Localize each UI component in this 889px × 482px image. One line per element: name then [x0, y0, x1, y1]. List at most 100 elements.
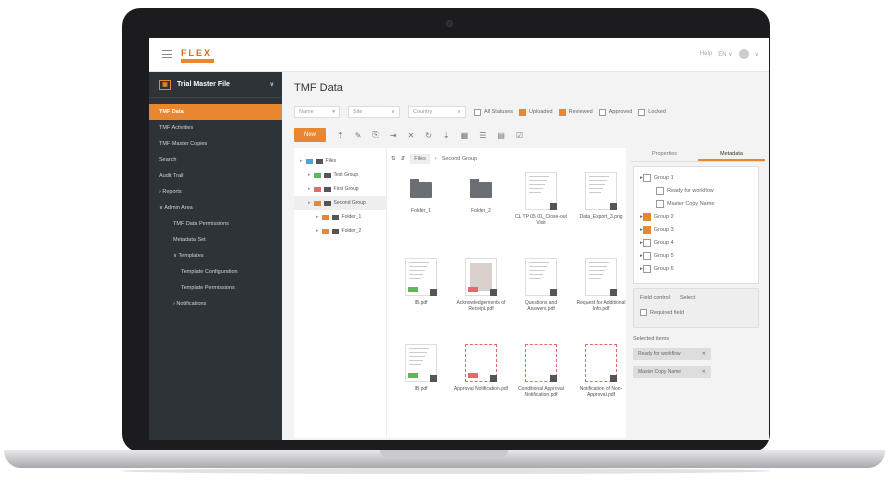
file-tile[interactable]: IB.pdf — [393, 344, 449, 392]
file-tile[interactable]: Questions and Answers.pdf — [513, 258, 569, 312]
status-checkbox[interactable]: Locked — [638, 108, 666, 116]
status-checkbox[interactable]: Reviewed — [558, 108, 593, 116]
close-icon[interactable]: ✕ — [702, 351, 706, 357]
sidebar-item[interactable]: TMF Data — [149, 104, 282, 120]
upload-icon[interactable]: ⇡ — [337, 131, 344, 140]
site-filter[interactable]: Site ∨ — [348, 106, 400, 118]
breadcrumb-root[interactable]: Files — [410, 154, 430, 164]
required-checkbox[interactable] — [640, 309, 647, 316]
module-selector[interactable]: ▣ Trial Master File ∨ — [149, 72, 282, 98]
selected-item-pill[interactable]: Ready for workflow ✕ — [633, 348, 711, 360]
sidebar-item[interactable]: TMF Master Copies — [149, 136, 282, 152]
file-tile[interactable]: CL TP 05 01_Close-out Visit — [513, 172, 569, 226]
caret-icon[interactable]: ▸ — [308, 172, 311, 178]
tree-item[interactable]: ▸ Folder_2 — [294, 224, 390, 238]
metadata-group[interactable]: ▸ Group 6 — [638, 262, 754, 275]
sidebar-item[interactable]: Template Configuration — [149, 264, 282, 280]
file-thumbnail — [405, 258, 437, 296]
sidebar-item[interactable]: Metadata Set — [149, 232, 282, 248]
checkbox[interactable] — [656, 199, 664, 208]
metadata-group[interactable]: ▸ Group 4 — [638, 236, 754, 249]
select-link[interactable]: Select — [680, 295, 695, 301]
tree-item[interactable]: ▸ Files — [294, 154, 390, 168]
sidebar-item[interactable]: ∨ Templates — [149, 248, 282, 264]
delete-icon[interactable]: ✕ — [408, 131, 415, 140]
sidebar-item[interactable]: Audit Trail — [149, 168, 282, 184]
tab-metadata[interactable]: Metadata — [698, 148, 765, 161]
sidebar-item[interactable]: › Notifications — [149, 296, 282, 312]
selected-item-pill[interactable]: Master Copy Name ✕ — [633, 366, 711, 378]
checkbox[interactable] — [642, 251, 651, 260]
caret-icon[interactable]: ▸ — [316, 228, 319, 234]
edit-icon[interactable]: ✎ — [355, 131, 362, 140]
caret-icon[interactable]: ▸ — [308, 186, 311, 192]
status-checkboxes: All Statuses Uploaded Reviewed Approved Lock… — [474, 108, 666, 116]
status-checkbox[interactable]: Uploaded — [519, 108, 553, 116]
checklist-icon[interactable]: ☑ — [516, 131, 523, 140]
text-line — [589, 274, 603, 275]
status-checkbox[interactable]: Approved — [598, 108, 632, 116]
sidebar-item[interactable]: TMF Data Permissions — [149, 216, 282, 232]
metadata-group[interactable]: Ready for workflow — [638, 184, 754, 197]
status-checkbox[interactable]: All Statuses — [474, 108, 513, 116]
sort-desc-icon[interactable]: ⇵ — [401, 156, 406, 162]
metadata-group[interactable]: ▸ Group 1 — [638, 171, 754, 184]
checkbox[interactable] — [642, 212, 651, 221]
file-tile[interactable]: Data_Export_3.png — [573, 172, 629, 220]
move-icon[interactable]: ⇥ — [390, 131, 397, 140]
file-tile[interactable]: IB.pdf — [393, 258, 449, 306]
sidebar-item[interactable]: › Reports — [149, 184, 282, 200]
tree-item[interactable]: ▸ First Group — [294, 182, 390, 196]
tree-item-label: Second Group — [333, 200, 366, 206]
sort-icon[interactable]: ⇅ — [391, 156, 396, 162]
tree-item[interactable]: ▸ Folder_1 — [294, 210, 390, 224]
metadata-group[interactable]: Master Copy Name — [638, 197, 754, 210]
sidebar-item[interactable]: Template Permissions — [149, 280, 282, 296]
checkbox[interactable] — [642, 238, 651, 247]
caret-icon[interactable]: ▸ — [300, 158, 303, 164]
file-tile[interactable]: Folder_1 — [393, 172, 449, 214]
name-filter[interactable]: Name ▾ — [294, 106, 340, 118]
tab-properties[interactable]: Properties — [631, 148, 698, 161]
menu-icon[interactable] — [162, 50, 172, 58]
sidebar-item[interactable]: TMF Activities — [149, 120, 282, 136]
copy-icon[interactable]: ⎘ — [372, 130, 378, 140]
sidebar-item[interactable]: Search — [149, 152, 282, 168]
checkbox[interactable] — [474, 108, 481, 116]
file-tile[interactable]: Approval Notification.pdf — [453, 344, 509, 392]
caret-icon[interactable]: ▸ — [316, 214, 319, 220]
checkbox[interactable] — [642, 225, 651, 234]
new-button[interactable]: New — [294, 128, 326, 142]
refresh-icon[interactable]: ↻ — [425, 131, 432, 140]
help-link[interactable]: Help — [700, 51, 712, 57]
close-icon[interactable]: ✕ — [702, 369, 706, 375]
checkbox[interactable] — [558, 108, 566, 116]
list-view-icon[interactable]: ☰ — [479, 131, 486, 140]
checkbox[interactable] — [656, 186, 664, 195]
sidebar-item[interactable]: ∨ Admin Area — [149, 200, 282, 216]
tree-item[interactable]: ▸ Second Group — [294, 196, 390, 210]
export-icon[interactable]: ▤ — [497, 131, 505, 140]
metadata-group[interactable]: ▸ Group 5 — [638, 249, 754, 262]
required-field-row[interactable]: Required field — [640, 309, 752, 316]
metadata-group[interactable]: ▸ Group 3 — [638, 223, 754, 236]
file-tile[interactable]: Acknowledgements of Receipt.pdf — [453, 258, 509, 312]
country-filter[interactable]: Country ∨ — [408, 106, 466, 118]
checkbox[interactable] — [519, 108, 527, 116]
caret-icon[interactable]: ▸ — [308, 200, 311, 206]
chevron-down-icon[interactable]: ∨ — [755, 51, 759, 58]
file-tile[interactable]: Folder_2 — [453, 172, 509, 214]
file-tile[interactable]: Notification of Non-Approval.pdf — [573, 344, 629, 398]
metadata-group[interactable]: ▸ Group 2 — [638, 210, 754, 223]
avatar[interactable] — [738, 49, 749, 59]
checkbox[interactable] — [642, 264, 651, 273]
tree-item[interactable]: ▸ Test Group — [294, 168, 390, 182]
download-icon[interactable]: ⇣ — [443, 131, 450, 140]
file-tile[interactable]: Request for Additional Info.pdf — [573, 258, 629, 312]
checkbox[interactable] — [598, 108, 606, 116]
file-tile[interactable]: Conditional Approval Notification.pdf — [513, 344, 569, 398]
checkbox[interactable] — [638, 108, 646, 116]
checkbox[interactable] — [642, 173, 651, 182]
language-select[interactable]: EN ∨ — [718, 51, 732, 58]
grid-view-icon[interactable]: ▦ — [461, 131, 469, 140]
